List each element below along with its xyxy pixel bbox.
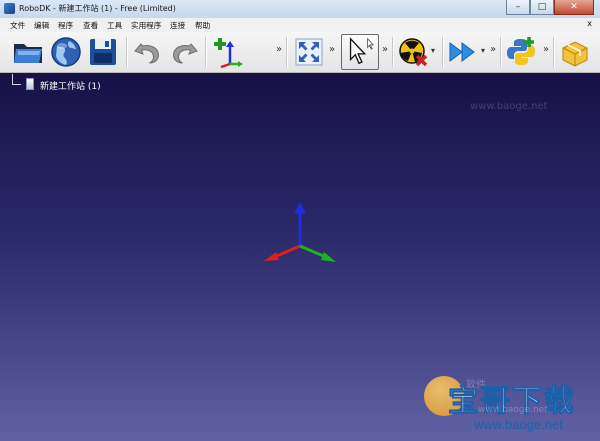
- python-icon: [507, 37, 535, 65]
- toolbar-overflow[interactable]: »: [329, 44, 335, 55]
- watermark-faint-url-bottom: www.baoge.net: [478, 405, 548, 415]
- toolbar-overflow[interactable]: »: [276, 44, 282, 55]
- menu-connect[interactable]: 连接: [170, 20, 185, 31]
- python-script-button[interactable]: [504, 35, 538, 69]
- select-button[interactable]: [341, 34, 379, 70]
- robodk-window: RoboDK - 新建工作站 (1) - Free (Limited) – □ …: [0, 0, 600, 441]
- toolbar-dropdown[interactable]: ▾: [431, 46, 435, 55]
- run-program-button[interactable]: [446, 35, 480, 69]
- menu-file[interactable]: 文件: [10, 20, 25, 31]
- toolbar-overflow[interactable]: »: [543, 44, 549, 55]
- watermark-faint-url-top: www.baoge.net: [470, 101, 548, 112]
- maximize-button[interactable]: □: [530, 0, 554, 15]
- toolbar-separator: [126, 37, 128, 67]
- menu-bar: 文件 编辑 程序 查看 工具 实用程序 连接 帮助 x: [0, 18, 600, 32]
- toolbar-separator: [553, 37, 555, 67]
- globe-icon: [51, 37, 81, 67]
- minimize-button[interactable]: –: [506, 0, 530, 15]
- add-reference-frame-icon: [214, 38, 243, 68]
- x-axis-arrow: [264, 252, 279, 261]
- menu-utilities[interactable]: 实用程序: [131, 20, 161, 31]
- toolbar-overflow[interactable]: »: [490, 44, 496, 55]
- redo-button[interactable]: [167, 35, 201, 69]
- toolbar-overflow[interactable]: »: [382, 44, 388, 55]
- toolbar-separator: [500, 37, 502, 67]
- station-tree-item[interactable]: 新建工作站 (1): [40, 79, 101, 92]
- toolbar: » » » ▾ ▾ » »: [0, 32, 600, 73]
- menu-edit[interactable]: 编辑: [34, 20, 49, 31]
- station-icon: [26, 78, 34, 90]
- app-icon: [4, 3, 15, 14]
- open-button[interactable]: [11, 35, 45, 69]
- web-button[interactable]: [49, 35, 83, 69]
- open-folder-icon: [14, 44, 42, 63]
- menu-tools[interactable]: 工具: [107, 20, 122, 31]
- package-button[interactable]: [558, 35, 592, 69]
- run-program-icon: [449, 42, 475, 62]
- package-icon: [562, 41, 588, 67]
- redo-icon: [172, 43, 198, 64]
- collision-check-button[interactable]: [396, 35, 430, 69]
- select-cursor-icon: [349, 37, 375, 65]
- menu-program[interactable]: 程序: [58, 20, 73, 31]
- add-reference-frame-button[interactable]: [211, 35, 245, 69]
- fit-all-icon: [295, 38, 323, 66]
- window-controls: – □ ✕: [506, 0, 594, 15]
- toolbar-dropdown[interactable]: ▾: [481, 46, 485, 55]
- toolbar-separator: [442, 37, 444, 67]
- toolbar-separator: [286, 37, 288, 67]
- watermark-url: www.baoge.net: [474, 417, 563, 432]
- collision-check-icon: [399, 38, 428, 67]
- menu-view[interactable]: 查看: [83, 20, 98, 31]
- tree-connector: [12, 74, 21, 85]
- reference-frame-axes: [264, 202, 336, 262]
- toolbar-separator: [205, 37, 207, 67]
- close-button[interactable]: ✕: [554, 0, 594, 15]
- undo-icon: [134, 43, 160, 64]
- title-bar[interactable]: RoboDK - 新建工作站 (1) - Free (Limited) – □ …: [0, 0, 600, 19]
- menu-close-button[interactable]: x: [587, 19, 592, 28]
- undo-button[interactable]: [131, 35, 165, 69]
- toolbar-separator: [392, 37, 394, 67]
- fit-all-button[interactable]: [292, 35, 326, 69]
- window-title: RoboDK - 新建工作站 (1) - Free (Limited): [19, 4, 176, 13]
- save-icon: [90, 39, 116, 65]
- z-axis-arrow: [294, 202, 306, 214]
- y-axis-arrow: [321, 252, 336, 262]
- menu-help[interactable]: 帮助: [195, 20, 210, 31]
- save-button[interactable]: [86, 35, 120, 69]
